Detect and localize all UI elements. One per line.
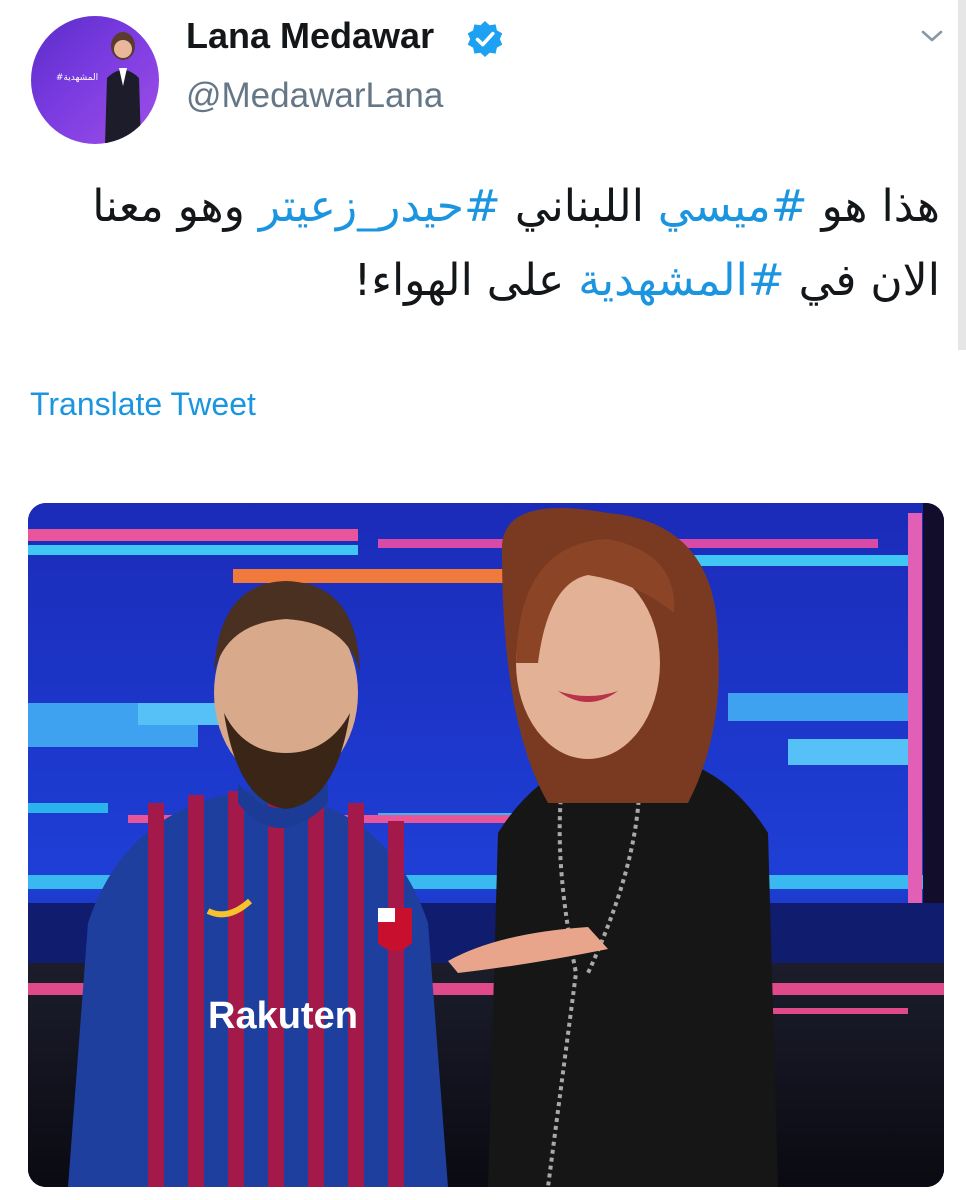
tweet-text: هذا هو #ميسي اللبناني #حيدر_زعيتر وهو مع…	[20, 170, 940, 318]
hashtag-link[interactable]: #المشهدية	[578, 255, 784, 306]
verified-badge-icon	[467, 21, 503, 57]
tweet-text-segment: اللبناني	[500, 181, 658, 232]
chevron-down-icon[interactable]	[918, 26, 946, 46]
jersey-sponsor-text: Rakuten	[208, 995, 358, 1037]
author-handle[interactable]: @MedawarLana	[186, 74, 443, 118]
translate-tweet-link[interactable]: Translate Tweet	[30, 384, 256, 424]
tweet-media-photo[interactable]: Rakuten	[28, 503, 944, 1187]
tweet-text-segment: على الهواء!	[353, 255, 579, 306]
hashtag-link[interactable]: #ميسي	[658, 181, 808, 232]
tweet-text-segment: هذا هو	[807, 181, 940, 232]
scroll-edge	[958, 0, 966, 350]
avatar-brand-text: #المشهدية	[55, 73, 99, 83]
studio-photo-illustration: Rakuten	[28, 503, 944, 1187]
author-avatar[interactable]: #المشهدية	[31, 16, 159, 144]
hashtag-link[interactable]: #حيدر_زعيتر	[259, 181, 501, 232]
author-name[interactable]: Lana Medawar	[186, 14, 434, 58]
tweet-card: #المشهدية Lana Medawar @MedawarLana هذا …	[0, 0, 966, 1200]
